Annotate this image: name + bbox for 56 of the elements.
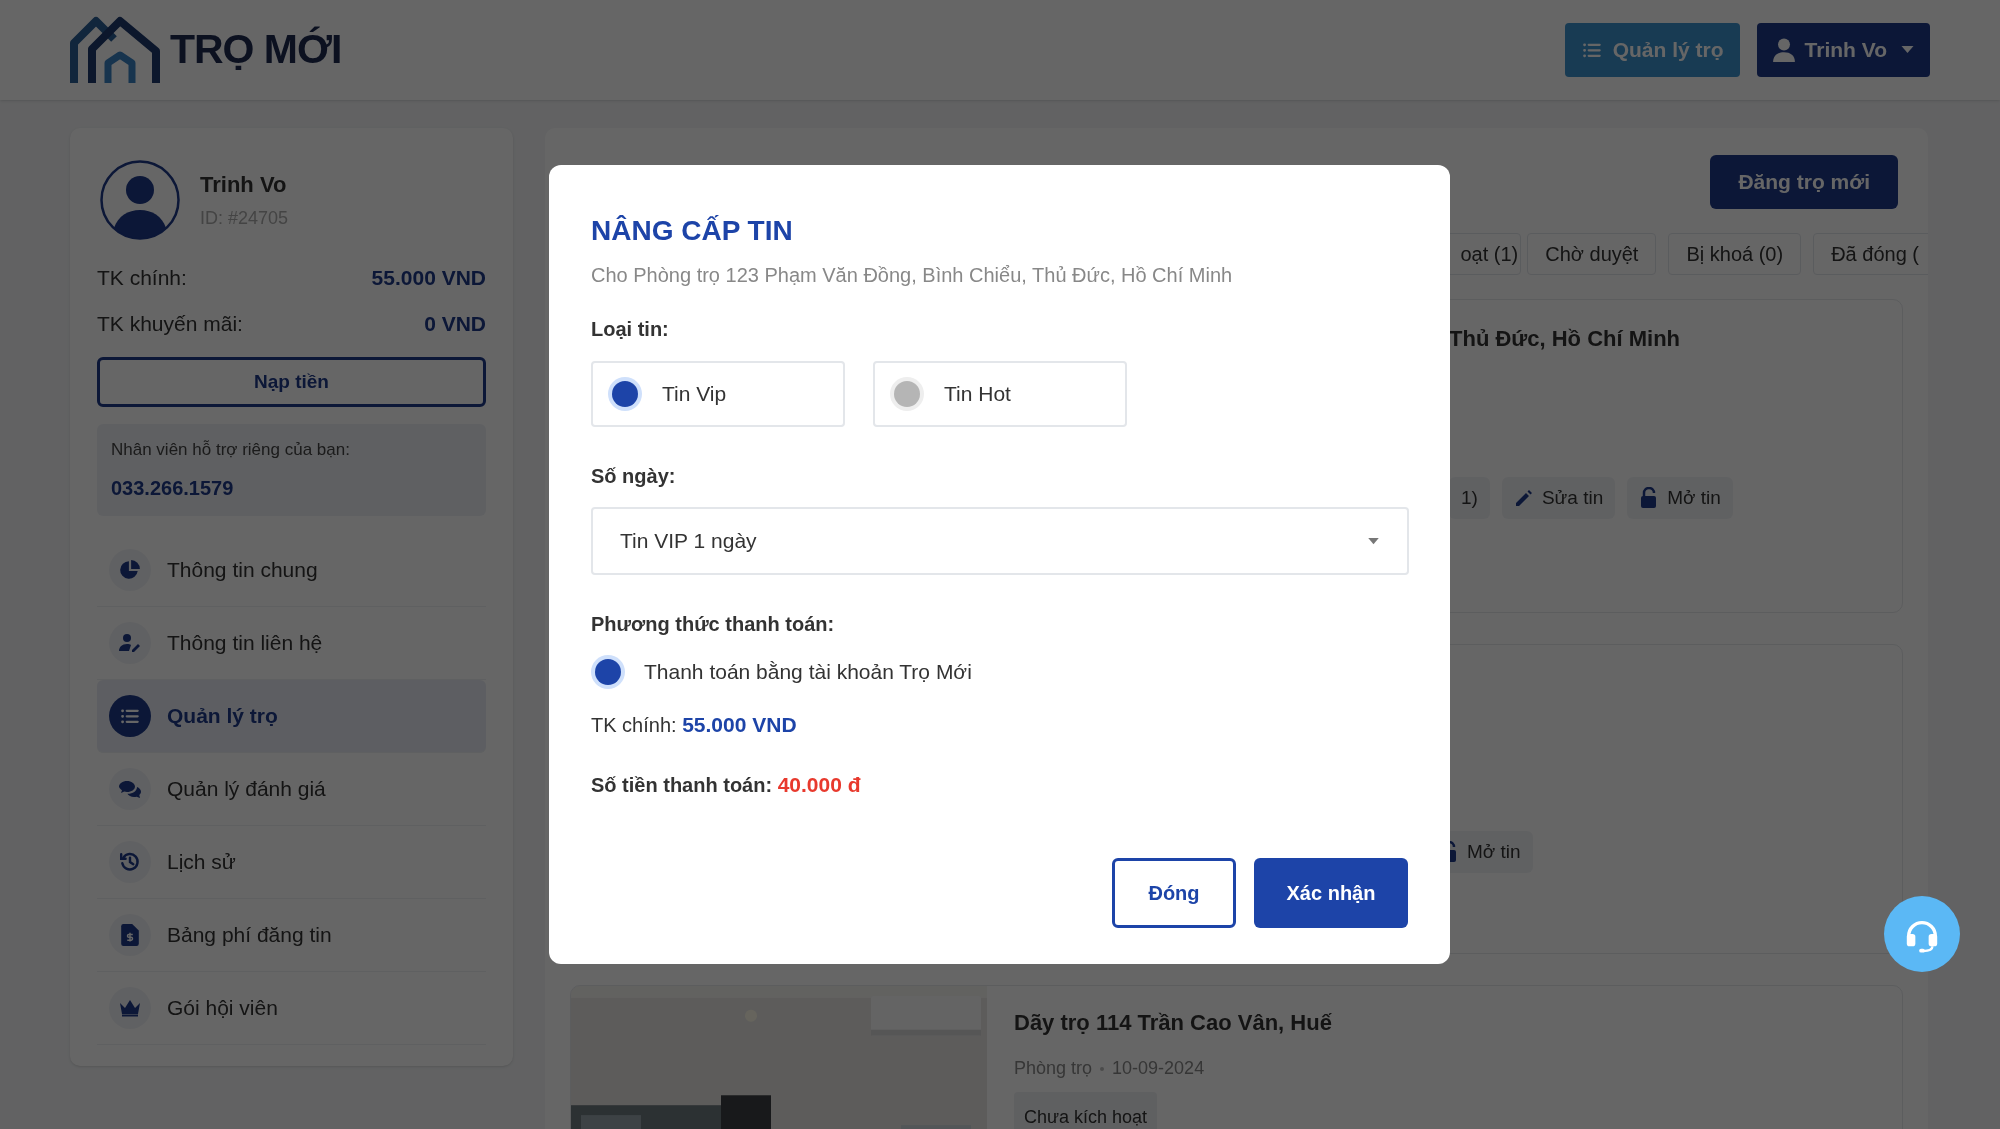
user-menu-button[interactable]: Trinh Vo	[1756, 23, 1930, 77]
user-icon	[1772, 38, 1795, 62]
sidebar-menu-item[interactable]: Quản lý trọ	[97, 679, 486, 753]
logo-text: TRỌ MỚI	[170, 25, 342, 75]
filter-tab[interactable]: Bị khoá (0)	[1668, 233, 1802, 275]
dialog-subtitle: Cho Phòng trọ 123 Phạm Văn Đồng, Bình Chiểu, Thủ Đức, Hồ Chí Minh	[591, 263, 1234, 288]
status-badge: Chưa kích hoạt	[1014, 1092, 1158, 1129]
close-button[interactable]: Đóng	[1112, 858, 1236, 928]
option-label: Tin Vip	[662, 381, 727, 408]
payment-option-label: Thanh toán bằng tài khoản Trọ Mới	[644, 659, 972, 686]
payment-amount: Số tiền thanh toán: 40.000 đ	[591, 771, 862, 798]
top-up-button[interactable]: Nạp tiền	[97, 357, 486, 407]
dialog-title: NÂNG CẤP TIN	[591, 214, 794, 248]
support-label: Nhân viên hỗ trợ riêng của bạn:	[111, 439, 351, 461]
filter-tab[interactable]: Đã đóng (	[1813, 233, 1928, 275]
balance-value: 55.000 VND	[371, 265, 486, 291]
sidebar-menu-item[interactable]: Thông tin liên hệ	[97, 606, 486, 680]
caret-icon	[1368, 537, 1379, 545]
sidebar-menu-item[interactable]: Thông tin chung	[97, 533, 486, 607]
user-name: Trinh Vo	[200, 171, 288, 199]
field-label: Loại tin:	[591, 317, 670, 342]
listing-action-button[interactable]: 1)	[1449, 477, 1490, 519]
listing-title: Dãy trọ 114 Trần Cao Vân, Huế	[1014, 1009, 1332, 1037]
option-card[interactable]: Tin Hot	[873, 361, 1127, 427]
balance-value: 0 VND	[424, 310, 486, 337]
radio-button[interactable]	[591, 655, 625, 689]
option-card[interactable]: Tin Vip	[591, 361, 845, 427]
support-phone: 033.266.1579	[111, 475, 235, 501]
listing-title: Thủ Đức, Hồ Chí Minh	[1449, 325, 1681, 353]
balance-label: TK chính:	[97, 265, 187, 291]
confirm-button[interactable]: Xác nhận	[1254, 858, 1408, 928]
sidebar-menu-item[interactable]: Quản lý đánh giá	[97, 752, 486, 826]
sidebar-menu-item[interactable]: Gói hội viên	[97, 971, 486, 1045]
dot-separator	[1100, 1066, 1105, 1071]
radio-button[interactable]	[608, 377, 642, 411]
filter-tab[interactable]: Chờ duyệt	[1527, 233, 1657, 275]
field-label: Số ngày:	[591, 464, 677, 489]
user-pencil-icon	[119, 631, 141, 654]
balance-label: TK khuyến mãi:	[97, 310, 243, 337]
sidebar-menu-item[interactable]: Bảng phí đăng tin	[97, 898, 486, 972]
days-dropdown[interactable]: Tin VIP 1 ngày	[591, 507, 1409, 575]
listing-action-button[interactable]: Mở tin	[1627, 477, 1733, 519]
sidebar-menu-item[interactable]: Lịch sử	[97, 825, 486, 899]
manage-button[interactable]: Quản lý trọ	[1564, 23, 1740, 77]
radio-button[interactable]	[890, 377, 924, 411]
history-icon	[119, 850, 141, 873]
option-label: Tin Hot	[944, 381, 1011, 408]
new-listing-button[interactable]: Đăng trọ mới	[1710, 155, 1898, 209]
listing-action-button[interactable]: Sửa tin	[1501, 477, 1616, 519]
caret-icon	[1901, 46, 1914, 54]
field-label: Phương thức thanh toán:	[591, 612, 836, 637]
document-dollar-icon	[119, 923, 141, 946]
balance-line: TK chính: 55.000 VND	[591, 712, 798, 738]
pencil-icon	[1513, 487, 1534, 509]
pie-chart-icon	[119, 558, 141, 581]
avatar-icon	[100, 160, 180, 240]
